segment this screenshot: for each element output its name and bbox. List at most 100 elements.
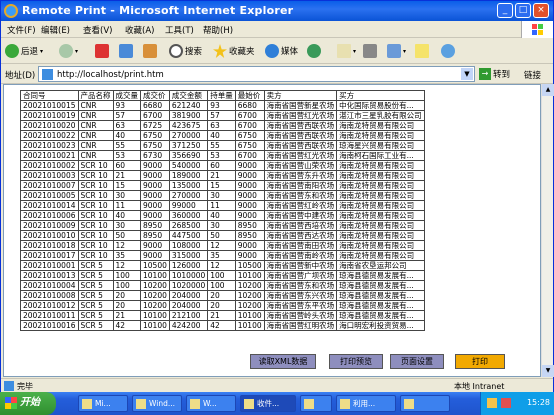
table-cell: 63	[207, 120, 236, 131]
go-button[interactable]: → 转到	[479, 68, 510, 80]
table-cell: 海南龙特贸易有限公司	[336, 180, 425, 191]
table-cell: 10200	[140, 290, 170, 301]
menu-view[interactable]: 查看(V)	[83, 24, 112, 36]
title-bar[interactable]: Remote Print - Microsoft Internet Explor…	[1, 1, 553, 21]
media-icon	[265, 44, 279, 58]
edit-button[interactable]: ▾	[387, 42, 406, 60]
address-dropdown-icon[interactable]: ▼	[461, 68, 473, 80]
menu-help[interactable]: 帮助(H)	[203, 24, 233, 36]
column-header: 最始价	[234, 90, 265, 101]
start-button[interactable]: 开始	[0, 392, 56, 415]
taskbar-item[interactable]: W...	[186, 395, 236, 412]
table-cell: 21	[207, 170, 236, 181]
print-button[interactable]: 打印	[455, 354, 505, 369]
clock: 15:28	[526, 398, 550, 407]
minimize-button[interactable]: _	[497, 3, 513, 18]
back-button[interactable]: 后退 ▾	[5, 42, 43, 60]
table-cell: 11	[112, 200, 141, 211]
links-button[interactable]: 链接	[524, 69, 541, 81]
home-button[interactable]	[143, 42, 157, 60]
table-cell: CNR	[77, 150, 114, 161]
star-icon	[213, 44, 227, 58]
taskbar-item[interactable]: Mi...	[78, 395, 128, 412]
table-cell: 琼海县德贸易发展有...	[336, 290, 425, 301]
taskbar-item[interactable]: 利用...	[336, 395, 396, 412]
discuss-icon	[415, 44, 429, 58]
table-cell: 20	[112, 300, 141, 311]
maximize-button[interactable]: □	[515, 3, 531, 18]
table-cell: 40	[207, 130, 236, 141]
menu-file[interactable]: 文件(F)	[7, 24, 36, 36]
table-cell: 20021010023	[20, 140, 79, 151]
table-cell: 424200	[168, 320, 209, 331]
print-toolbar-button[interactable]	[363, 42, 377, 60]
page-setup-button[interactable]: 页面设置	[390, 354, 444, 369]
taskbar-item[interactable]	[400, 395, 450, 412]
table-cell: 海南龙特贸易有限公司	[336, 200, 425, 211]
table-cell: 55	[112, 140, 141, 151]
tray-icon[interactable]	[501, 398, 511, 408]
forward-button[interactable]: ▾	[59, 42, 78, 60]
address-input[interactable]: http://localhost/print.htm ▼	[38, 66, 475, 82]
mail-button[interactable]: ▾	[337, 42, 356, 60]
table-cell: 60	[112, 160, 141, 171]
history-button[interactable]	[307, 42, 321, 60]
table-cell: 21	[112, 170, 141, 181]
app-icon	[340, 399, 350, 409]
table-cell: SCR 10	[77, 220, 114, 231]
table-cell: SCR 5	[77, 260, 114, 271]
taskbar-item[interactable]: Wind...	[132, 395, 182, 412]
table-cell: 42	[112, 320, 141, 331]
stop-button[interactable]	[95, 42, 109, 60]
table-row: 20021010012 SCR 5 20 10200 204000 20 10200 海南省国…	[20, 300, 425, 311]
home-icon	[143, 44, 157, 58]
table-cell: 21	[112, 310, 141, 321]
table-cell: 212100	[168, 310, 209, 321]
table-cell: 100	[207, 280, 236, 291]
messenger-button[interactable]	[441, 42, 455, 60]
scroll-up-icon[interactable]: ▲	[542, 84, 554, 96]
table-cell: 琼海县德贸易发展有...	[336, 310, 425, 321]
table-cell: 11	[207, 200, 236, 211]
table-cell: 12	[207, 260, 236, 271]
table-row: 20021010022 CNR 40 6750 270000 40 6750 海南省国营西联农…	[20, 130, 425, 141]
table-cell: SCR 5	[77, 310, 114, 321]
taskbar-item[interactable]	[300, 395, 332, 412]
table-cell: 6750	[234, 130, 265, 141]
table-cell: 海南龙特贸易有限公司	[336, 240, 425, 251]
table-cell: 海南省国营西达农场	[263, 230, 338, 241]
refresh-button[interactable]	[119, 42, 133, 60]
menu-edit[interactable]: 编辑(E)	[41, 24, 70, 36]
table-cell: 20021010018	[20, 240, 79, 251]
table-row: 20021010016 SCR 5 42 10100 424200 42 10100 海南省国…	[20, 320, 425, 331]
table-cell: 海南省国营西联农场	[263, 140, 338, 151]
discuss-button[interactable]	[415, 42, 429, 60]
table-row: 20021010018 SCR 10 12 9000 108000 12 9000 海南省国营…	[20, 240, 425, 251]
table-cell: 20021010020	[20, 120, 79, 131]
column-header: 成交量	[112, 90, 141, 101]
menu-tools[interactable]: 工具(T)	[165, 24, 194, 36]
table-cell: 30	[112, 220, 141, 231]
table-cell: 381900	[168, 110, 209, 121]
table-cell: 6680	[140, 100, 170, 111]
table-cell: 189000	[168, 170, 209, 181]
table-cell: 20021010008	[20, 290, 79, 301]
toolbar: 后退 ▾ ▾ 搜索 收藏夹 媒体 ▾ ▾	[1, 38, 553, 64]
vertical-scrollbar[interactable]: ▲ ▼	[541, 84, 554, 377]
tray-icon[interactable]	[487, 398, 497, 408]
table-cell: 50	[207, 230, 236, 241]
table-cell: 20021010002	[20, 160, 79, 171]
favorites-button[interactable]: 收藏夹	[213, 42, 255, 60]
table-cell: 琼海星兴贸易有限公司	[336, 140, 425, 151]
table-cell: 6700	[234, 120, 265, 131]
close-button[interactable]: ×	[533, 3, 549, 18]
search-button[interactable]: 搜索	[169, 42, 202, 60]
print-preview-button[interactable]: 打印预览	[329, 354, 383, 369]
table-row: 20021010011 SCR 5 21 10100 212100 21 10100 海南省国…	[20, 310, 425, 321]
media-button[interactable]: 媒体	[265, 42, 298, 60]
table-cell: 海南龙特贸易有限公司	[336, 190, 425, 201]
taskbar-item[interactable]: 收件...	[240, 395, 296, 412]
read-xml-button[interactable]: 读取XML数据	[250, 354, 316, 369]
scroll-down-icon[interactable]: ▼	[542, 365, 554, 377]
menu-favorites[interactable]: 收藏(A)	[125, 24, 154, 36]
